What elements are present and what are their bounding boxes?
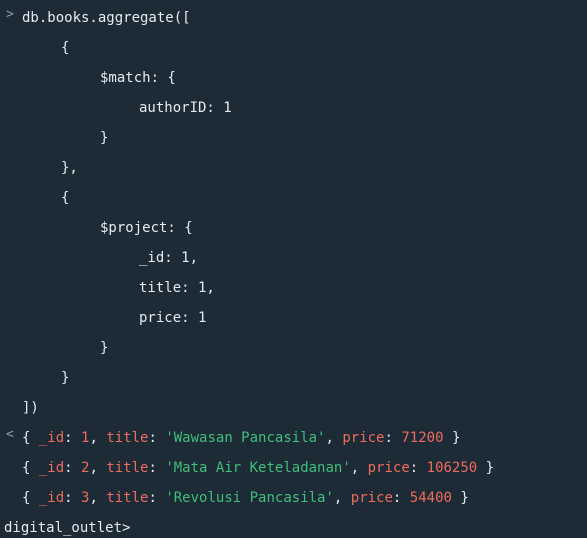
code-line-2: { xyxy=(61,40,70,56)
result-title-key: title xyxy=(106,490,149,506)
code-line-4: authorID: 1 xyxy=(139,100,232,116)
code-line-13: } xyxy=(61,370,70,386)
result-id-key: _id xyxy=(38,460,65,476)
code-line-14: ]) xyxy=(22,400,39,416)
result-row-2: { _id: 2, title: 'Mata Air Keteladanan',… xyxy=(22,460,495,476)
shell-prompt[interactable]: digital_outlet> xyxy=(4,517,130,538)
result-price-key: price xyxy=(367,460,410,476)
code-line-1: db.books.aggregate([ xyxy=(22,10,191,26)
result-row-3: { _id: 3, title: 'Revolusi Pancasila', p… xyxy=(22,490,469,506)
result-id-key: _id xyxy=(38,430,65,446)
result-row-1: { _id: 1, title: 'Wawasan Pancasila', pr… xyxy=(22,430,461,446)
code-line-6: }, xyxy=(61,160,78,176)
result-title-key: title xyxy=(106,430,149,446)
code-line-12: } xyxy=(100,340,109,356)
result-price-key: price xyxy=(350,490,393,506)
result-id-key: _id xyxy=(38,490,65,506)
code-line-11: price: 1 xyxy=(139,310,207,326)
input-chevron-icon: > xyxy=(6,7,14,22)
result-price-value: 106250 xyxy=(426,460,478,476)
database-name: digital_outlet xyxy=(4,520,123,536)
code-line-3: $match: { xyxy=(100,70,176,86)
result-title-key: title xyxy=(106,460,149,476)
mongosh-terminal[interactable]: > db.books.aggregate([ { $match: { autho… xyxy=(0,0,587,538)
result-price-key: price xyxy=(342,430,385,446)
code-line-9: _id: 1, xyxy=(139,250,199,266)
result-price-value: 54400 xyxy=(409,490,452,506)
code-line-7: { xyxy=(61,190,70,206)
result-title-value: 'Wawasan Pancasila' xyxy=(165,430,326,446)
code-line-8: $project: { xyxy=(100,220,193,236)
code-line-10: title: 1, xyxy=(139,280,215,296)
output-chevron-icon: < xyxy=(6,427,14,442)
result-price-value: 71200 xyxy=(401,430,444,446)
result-title-value: 'Mata Air Keteladanan' xyxy=(165,460,351,476)
prompt-chevron-icon: > xyxy=(122,520,131,536)
result-title-value: 'Revolusi Pancasila' xyxy=(165,490,334,506)
code-line-5: } xyxy=(100,130,109,146)
